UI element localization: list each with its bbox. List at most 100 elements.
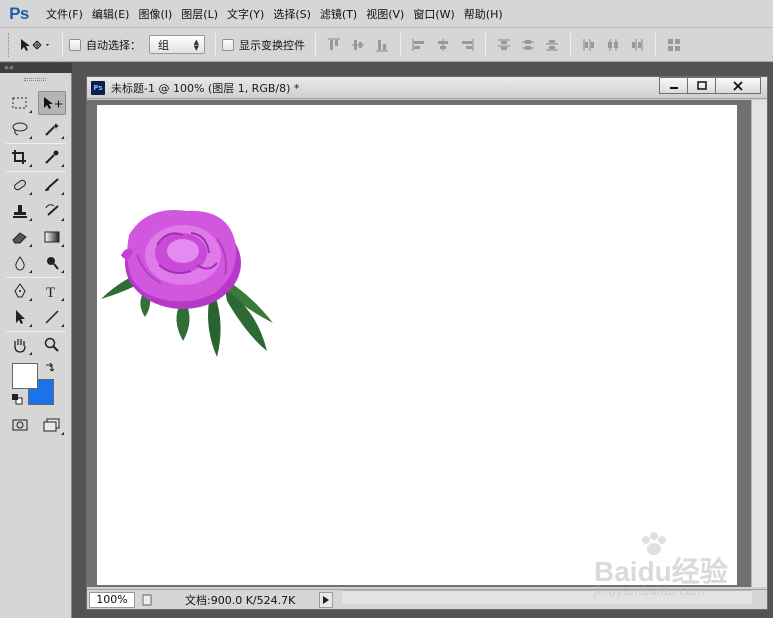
auto-select-dropdown[interactable]: 组 ▲ ▼ — [149, 35, 205, 54]
document-ps-icon: Ps — [91, 80, 105, 95]
eyedropper-icon — [45, 150, 59, 164]
align-right-edges-icon[interactable] — [455, 33, 479, 57]
quick-mask-icon — [12, 419, 28, 431]
distribute-right-icon[interactable] — [625, 33, 649, 57]
document-titlebar[interactable]: Ps 未标题-1 @ 100% (图层 1, RGB/8) * — [87, 77, 767, 99]
eraser-tool[interactable] — [6, 225, 34, 249]
distribute-bottom-icon[interactable] — [540, 33, 564, 57]
zoom-level-field[interactable]: 100% — [89, 591, 135, 608]
menu-layer[interactable]: 图层(L) — [181, 4, 218, 24]
default-colors-icon[interactable] — [11, 393, 23, 405]
menu-select[interactable]: 选择(S) — [273, 4, 311, 24]
stamp-icon — [13, 205, 27, 218]
align-left-edges-icon[interactable] — [407, 33, 431, 57]
move-tool[interactable] — [38, 91, 66, 115]
lasso-tool[interactable] — [6, 117, 34, 141]
distribute-vertical-centers-icon[interactable] — [516, 33, 540, 57]
lasso-icon — [12, 122, 28, 136]
blur-tool[interactable] — [6, 251, 34, 275]
canvas-area[interactable] — [87, 100, 767, 587]
menu-help[interactable]: 帮助(H) — [464, 4, 503, 24]
tools-collapse-strip[interactable]: «« — [0, 63, 72, 73]
document-info: 文档:900.0 K/524.7K — [185, 593, 296, 607]
watermark-url: jingyan.baidu.com — [594, 584, 705, 598]
align-vertical-centers-icon[interactable] — [346, 33, 370, 57]
separator — [6, 143, 66, 144]
play-arrow-icon — [323, 595, 330, 604]
photoshop-logo[interactable]: Ps — [0, 0, 38, 28]
rectangular-marquee-tool[interactable] — [6, 91, 34, 115]
align-horizontal-centers-icon[interactable] — [431, 33, 455, 57]
healing-brush-tool[interactable] — [6, 173, 34, 197]
menu-window[interactable]: 窗口(W) — [413, 4, 454, 24]
crop-icon — [12, 150, 26, 164]
menu-edit[interactable]: 编辑(E) — [92, 4, 130, 24]
status-options-button[interactable] — [139, 592, 155, 608]
brush-tool[interactable] — [38, 173, 66, 197]
minimize-icon — [669, 86, 678, 89]
zoom-tool[interactable] — [38, 333, 66, 357]
gradient-tool[interactable] — [38, 225, 66, 249]
line-icon — [45, 310, 59, 324]
auto-select-checkbox[interactable] — [69, 38, 81, 51]
show-transform-checkbox[interactable] — [222, 38, 234, 51]
gradient-icon — [44, 231, 60, 243]
crop-tool[interactable] — [6, 145, 34, 169]
menu-image[interactable]: 图像(I) — [138, 4, 172, 24]
dropdown-arrows-icon: ▲ ▼ — [193, 37, 199, 52]
maximize-button[interactable] — [687, 77, 716, 94]
flower-image — [101, 210, 273, 357]
vertical-scrollbar[interactable] — [751, 100, 767, 587]
options-bar: 自动选择： 组 ▲ ▼ 显示变换控件 — [0, 28, 773, 62]
close-button[interactable] — [715, 77, 761, 94]
foreground-color-swatch[interactable] — [12, 363, 38, 389]
type-tool[interactable]: T — [38, 279, 66, 303]
menu-file[interactable]: 文件(F) — [46, 4, 83, 24]
svg-text:T: T — [46, 285, 55, 299]
hand-tool[interactable] — [6, 333, 34, 357]
distribute-horizontal-centers-icon[interactable] — [601, 33, 625, 57]
distribute-left-icon[interactable] — [577, 33, 601, 57]
tool-preset-picker[interactable] — [14, 33, 56, 57]
status-menu-button[interactable] — [319, 591, 334, 608]
baidu-watermark: Baidu经验 jingyan.baidu.com — [594, 530, 764, 600]
separator — [485, 32, 486, 57]
line-tool[interactable] — [38, 305, 66, 329]
history-brush-icon — [45, 204, 59, 216]
status-page-icon — [142, 594, 152, 605]
tools-panel: T — [0, 73, 72, 618]
path-selection-tool[interactable] — [6, 305, 34, 329]
align-bottom-edges-icon[interactable] — [370, 33, 394, 57]
hand-icon — [14, 339, 26, 353]
menu-type[interactable]: 文字(Y) — [227, 4, 264, 24]
separator — [570, 32, 571, 57]
distribute-top-icon[interactable] — [492, 33, 516, 57]
pen-tool[interactable] — [6, 279, 34, 303]
maximize-icon — [696, 80, 707, 90]
auto-align-layers-icon[interactable] — [662, 33, 686, 57]
magic-wand-icon — [45, 123, 59, 136]
marquee-icon — [12, 97, 27, 109]
eyedropper-tool[interactable] — [38, 145, 66, 169]
minimize-button[interactable] — [659, 77, 688, 94]
menu-view[interactable]: 视图(V) — [366, 4, 404, 24]
align-top-edges-icon[interactable] — [322, 33, 346, 57]
magnifier-icon — [44, 337, 59, 352]
canvas[interactable] — [97, 105, 737, 585]
history-brush-tool[interactable] — [38, 199, 66, 223]
clone-stamp-tool[interactable] — [6, 199, 34, 223]
screen-mode-button[interactable] — [38, 413, 66, 437]
drop-icon — [15, 256, 25, 271]
quick-mask-button[interactable] — [6, 413, 34, 437]
document-title: 未标题-1 @ 100% (图层 1, RGB/8) * — [111, 81, 300, 95]
align-group — [322, 32, 686, 57]
move-icon — [44, 97, 62, 109]
swap-colors-icon[interactable] — [44, 361, 56, 373]
auto-select-value: 组 — [158, 38, 169, 52]
menu-filter[interactable]: 滤镜(T) — [320, 4, 357, 24]
separator — [315, 32, 316, 57]
pen-icon — [14, 283, 26, 298]
magic-wand-tool[interactable] — [38, 117, 66, 141]
tools-grip[interactable] — [24, 78, 46, 81]
dodge-tool[interactable] — [38, 251, 66, 275]
